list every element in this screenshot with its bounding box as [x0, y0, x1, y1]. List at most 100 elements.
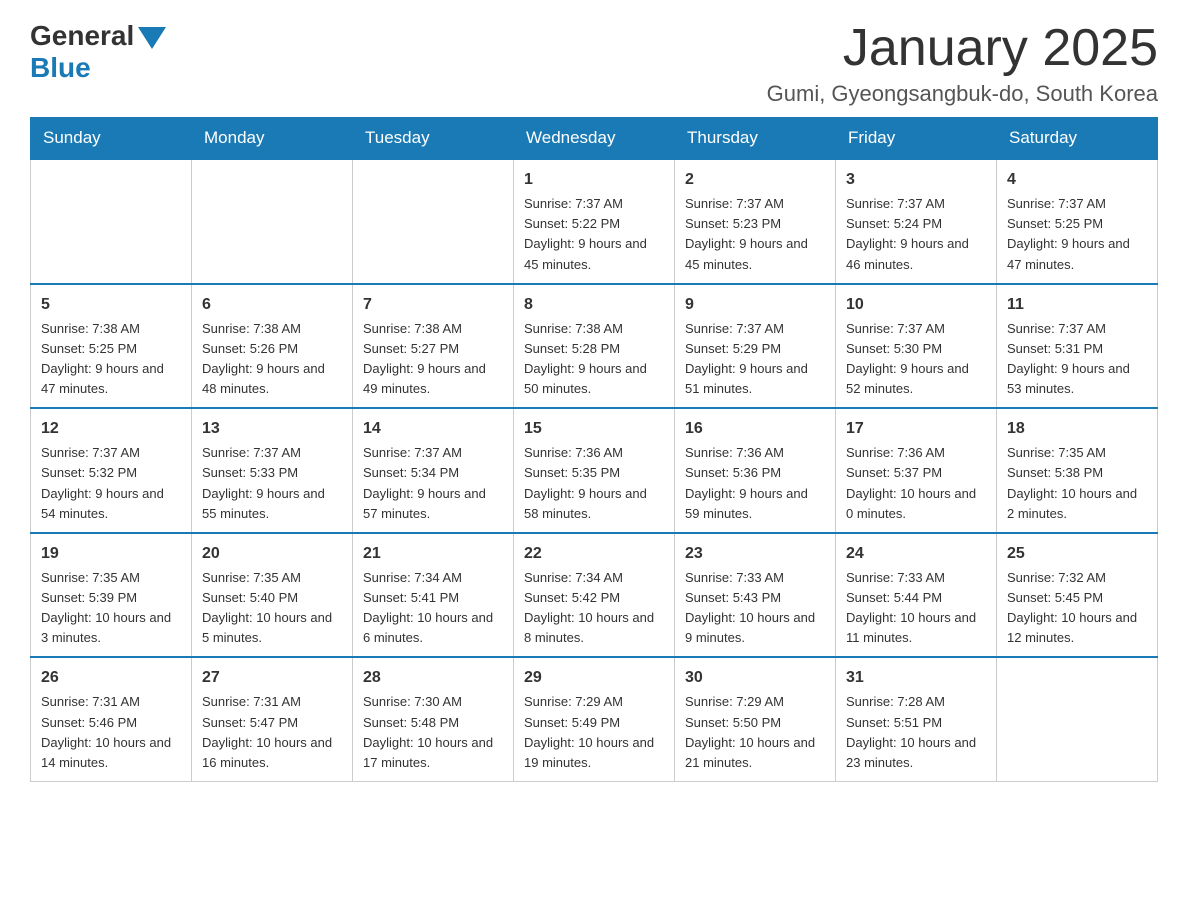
day-number: 18	[1007, 417, 1147, 441]
day-info: Sunrise: 7:32 AMSunset: 5:45 PMDaylight:…	[1007, 568, 1147, 649]
day-number: 17	[846, 417, 986, 441]
day-number: 1	[524, 168, 664, 192]
calendar-header-monday: Monday	[192, 118, 353, 160]
day-number: 21	[363, 542, 503, 566]
calendar-cell: 23Sunrise: 7:33 AMSunset: 5:43 PMDayligh…	[675, 533, 836, 658]
day-info: Sunrise: 7:38 AMSunset: 5:28 PMDaylight:…	[524, 319, 664, 400]
calendar-table: SundayMondayTuesdayWednesdayThursdayFrid…	[30, 117, 1158, 782]
calendar-week-row: 12Sunrise: 7:37 AMSunset: 5:32 PMDayligh…	[31, 408, 1158, 533]
calendar-cell	[997, 657, 1158, 781]
calendar-cell: 15Sunrise: 7:36 AMSunset: 5:35 PMDayligh…	[514, 408, 675, 533]
calendar-week-row: 5Sunrise: 7:38 AMSunset: 5:25 PMDaylight…	[31, 284, 1158, 409]
day-number: 20	[202, 542, 342, 566]
logo: General Blue	[30, 20, 166, 84]
calendar-cell	[31, 159, 192, 284]
calendar-week-row: 26Sunrise: 7:31 AMSunset: 5:46 PMDayligh…	[31, 657, 1158, 781]
calendar-header-saturday: Saturday	[997, 118, 1158, 160]
day-info: Sunrise: 7:37 AMSunset: 5:23 PMDaylight:…	[685, 194, 825, 275]
calendar-header-friday: Friday	[836, 118, 997, 160]
day-number: 2	[685, 168, 825, 192]
day-number: 9	[685, 293, 825, 317]
day-info: Sunrise: 7:28 AMSunset: 5:51 PMDaylight:…	[846, 692, 986, 773]
day-number: 27	[202, 666, 342, 690]
day-info: Sunrise: 7:36 AMSunset: 5:36 PMDaylight:…	[685, 443, 825, 524]
day-info: Sunrise: 7:37 AMSunset: 5:34 PMDaylight:…	[363, 443, 503, 524]
calendar-cell	[192, 159, 353, 284]
calendar-cell: 13Sunrise: 7:37 AMSunset: 5:33 PMDayligh…	[192, 408, 353, 533]
day-number: 12	[41, 417, 181, 441]
calendar-cell: 31Sunrise: 7:28 AMSunset: 5:51 PMDayligh…	[836, 657, 997, 781]
day-number: 4	[1007, 168, 1147, 192]
calendar-cell: 16Sunrise: 7:36 AMSunset: 5:36 PMDayligh…	[675, 408, 836, 533]
day-info: Sunrise: 7:34 AMSunset: 5:42 PMDaylight:…	[524, 568, 664, 649]
day-info: Sunrise: 7:31 AMSunset: 5:47 PMDaylight:…	[202, 692, 342, 773]
day-info: Sunrise: 7:38 AMSunset: 5:26 PMDaylight:…	[202, 319, 342, 400]
day-number: 8	[524, 293, 664, 317]
calendar-cell: 30Sunrise: 7:29 AMSunset: 5:50 PMDayligh…	[675, 657, 836, 781]
calendar-cell: 8Sunrise: 7:38 AMSunset: 5:28 PMDaylight…	[514, 284, 675, 409]
calendar-cell: 7Sunrise: 7:38 AMSunset: 5:27 PMDaylight…	[353, 284, 514, 409]
calendar-week-row: 19Sunrise: 7:35 AMSunset: 5:39 PMDayligh…	[31, 533, 1158, 658]
day-number: 15	[524, 417, 664, 441]
day-number: 3	[846, 168, 986, 192]
month-title: January 2025	[767, 20, 1158, 77]
day-number: 25	[1007, 542, 1147, 566]
day-number: 26	[41, 666, 181, 690]
day-info: Sunrise: 7:33 AMSunset: 5:44 PMDaylight:…	[846, 568, 986, 649]
day-number: 31	[846, 666, 986, 690]
calendar-week-row: 1Sunrise: 7:37 AMSunset: 5:22 PMDaylight…	[31, 159, 1158, 284]
calendar-header-sunday: Sunday	[31, 118, 192, 160]
calendar-cell: 2Sunrise: 7:37 AMSunset: 5:23 PMDaylight…	[675, 159, 836, 284]
day-info: Sunrise: 7:34 AMSunset: 5:41 PMDaylight:…	[363, 568, 503, 649]
day-info: Sunrise: 7:36 AMSunset: 5:35 PMDaylight:…	[524, 443, 664, 524]
calendar-cell: 6Sunrise: 7:38 AMSunset: 5:26 PMDaylight…	[192, 284, 353, 409]
day-info: Sunrise: 7:35 AMSunset: 5:40 PMDaylight:…	[202, 568, 342, 649]
day-info: Sunrise: 7:30 AMSunset: 5:48 PMDaylight:…	[363, 692, 503, 773]
calendar-cell: 21Sunrise: 7:34 AMSunset: 5:41 PMDayligh…	[353, 533, 514, 658]
calendar-cell: 17Sunrise: 7:36 AMSunset: 5:37 PMDayligh…	[836, 408, 997, 533]
calendar-cell	[353, 159, 514, 284]
calendar-cell: 19Sunrise: 7:35 AMSunset: 5:39 PMDayligh…	[31, 533, 192, 658]
calendar-cell: 22Sunrise: 7:34 AMSunset: 5:42 PMDayligh…	[514, 533, 675, 658]
day-info: Sunrise: 7:29 AMSunset: 5:50 PMDaylight:…	[685, 692, 825, 773]
day-info: Sunrise: 7:37 AMSunset: 5:33 PMDaylight:…	[202, 443, 342, 524]
day-number: 7	[363, 293, 503, 317]
calendar-header-row: SundayMondayTuesdayWednesdayThursdayFrid…	[31, 118, 1158, 160]
calendar-cell: 24Sunrise: 7:33 AMSunset: 5:44 PMDayligh…	[836, 533, 997, 658]
day-number: 29	[524, 666, 664, 690]
day-number: 14	[363, 417, 503, 441]
calendar-cell: 12Sunrise: 7:37 AMSunset: 5:32 PMDayligh…	[31, 408, 192, 533]
logo-triangle-icon	[138, 27, 166, 49]
day-info: Sunrise: 7:29 AMSunset: 5:49 PMDaylight:…	[524, 692, 664, 773]
day-info: Sunrise: 7:35 AMSunset: 5:38 PMDaylight:…	[1007, 443, 1147, 524]
day-info: Sunrise: 7:35 AMSunset: 5:39 PMDaylight:…	[41, 568, 181, 649]
day-info: Sunrise: 7:37 AMSunset: 5:24 PMDaylight:…	[846, 194, 986, 275]
calendar-cell: 28Sunrise: 7:30 AMSunset: 5:48 PMDayligh…	[353, 657, 514, 781]
day-number: 16	[685, 417, 825, 441]
calendar-cell: 20Sunrise: 7:35 AMSunset: 5:40 PMDayligh…	[192, 533, 353, 658]
calendar-cell: 9Sunrise: 7:37 AMSunset: 5:29 PMDaylight…	[675, 284, 836, 409]
calendar-cell: 3Sunrise: 7:37 AMSunset: 5:24 PMDaylight…	[836, 159, 997, 284]
calendar-cell: 4Sunrise: 7:37 AMSunset: 5:25 PMDaylight…	[997, 159, 1158, 284]
day-info: Sunrise: 7:38 AMSunset: 5:27 PMDaylight:…	[363, 319, 503, 400]
day-info: Sunrise: 7:38 AMSunset: 5:25 PMDaylight:…	[41, 319, 181, 400]
calendar-cell: 26Sunrise: 7:31 AMSunset: 5:46 PMDayligh…	[31, 657, 192, 781]
calendar-header-thursday: Thursday	[675, 118, 836, 160]
day-info: Sunrise: 7:37 AMSunset: 5:32 PMDaylight:…	[41, 443, 181, 524]
calendar-cell: 27Sunrise: 7:31 AMSunset: 5:47 PMDayligh…	[192, 657, 353, 781]
day-info: Sunrise: 7:37 AMSunset: 5:30 PMDaylight:…	[846, 319, 986, 400]
day-info: Sunrise: 7:37 AMSunset: 5:25 PMDaylight:…	[1007, 194, 1147, 275]
calendar-header-tuesday: Tuesday	[353, 118, 514, 160]
day-number: 22	[524, 542, 664, 566]
page-header: General Blue January 2025 Gumi, Gyeongsa…	[30, 20, 1158, 107]
title-area: January 2025 Gumi, Gyeongsangbuk-do, Sou…	[767, 20, 1158, 107]
day-number: 30	[685, 666, 825, 690]
calendar-cell: 5Sunrise: 7:38 AMSunset: 5:25 PMDaylight…	[31, 284, 192, 409]
day-number: 13	[202, 417, 342, 441]
logo-general-text: General	[30, 20, 134, 52]
day-number: 5	[41, 293, 181, 317]
day-info: Sunrise: 7:33 AMSunset: 5:43 PMDaylight:…	[685, 568, 825, 649]
logo-blue-text: Blue	[30, 52, 91, 84]
calendar-cell: 1Sunrise: 7:37 AMSunset: 5:22 PMDaylight…	[514, 159, 675, 284]
day-info: Sunrise: 7:31 AMSunset: 5:46 PMDaylight:…	[41, 692, 181, 773]
